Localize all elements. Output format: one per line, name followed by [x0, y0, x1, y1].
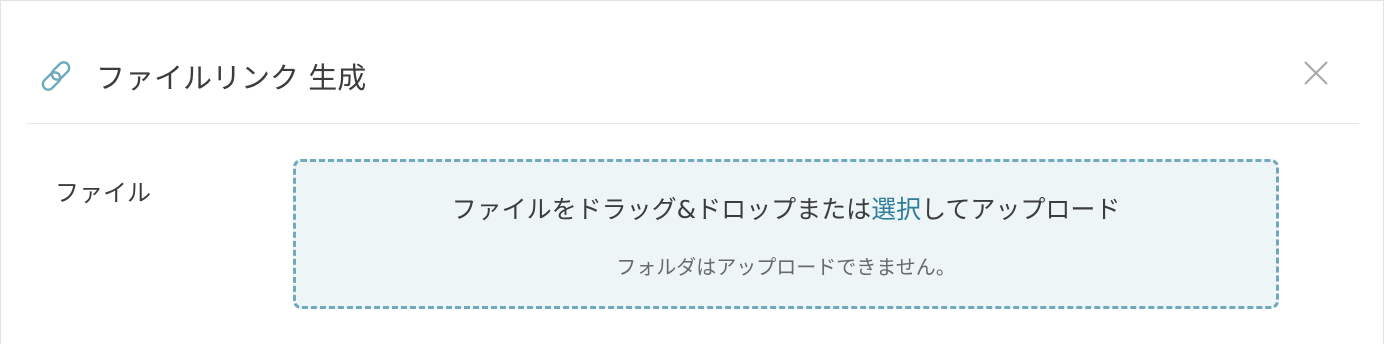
dialog-title: ファイルリンク 生成: [96, 61, 367, 95]
folder-upload-note: フォルダはアップロードできません。: [616, 255, 956, 279]
dialog-header: ファイルリンク 生成: [1, 1, 1383, 124]
select-file-link[interactable]: 選択: [871, 195, 921, 224]
link-icon: [41, 59, 77, 95]
file-field-label: ファイル: [55, 179, 151, 207]
dropzone-text-before: ファイルをドラッグ&ドロップまたは: [451, 195, 872, 224]
header-divider: [27, 123, 1359, 124]
file-dropzone[interactable]: ファイルをドラッグ&ドロップまたは選択してアップロード フォルダはアップロードで…: [293, 159, 1279, 309]
dropzone-instruction: ファイルをドラッグ&ドロップまたは選択してアップロード: [296, 190, 1276, 230]
dropzone-text-after: してアップロード: [921, 195, 1121, 224]
file-link-dialog: ファイルリンク 生成 ファイル ファイルをドラッグ&ドロップまたは選択してアップ…: [0, 0, 1384, 344]
close-icon[interactable]: [1299, 56, 1333, 90]
